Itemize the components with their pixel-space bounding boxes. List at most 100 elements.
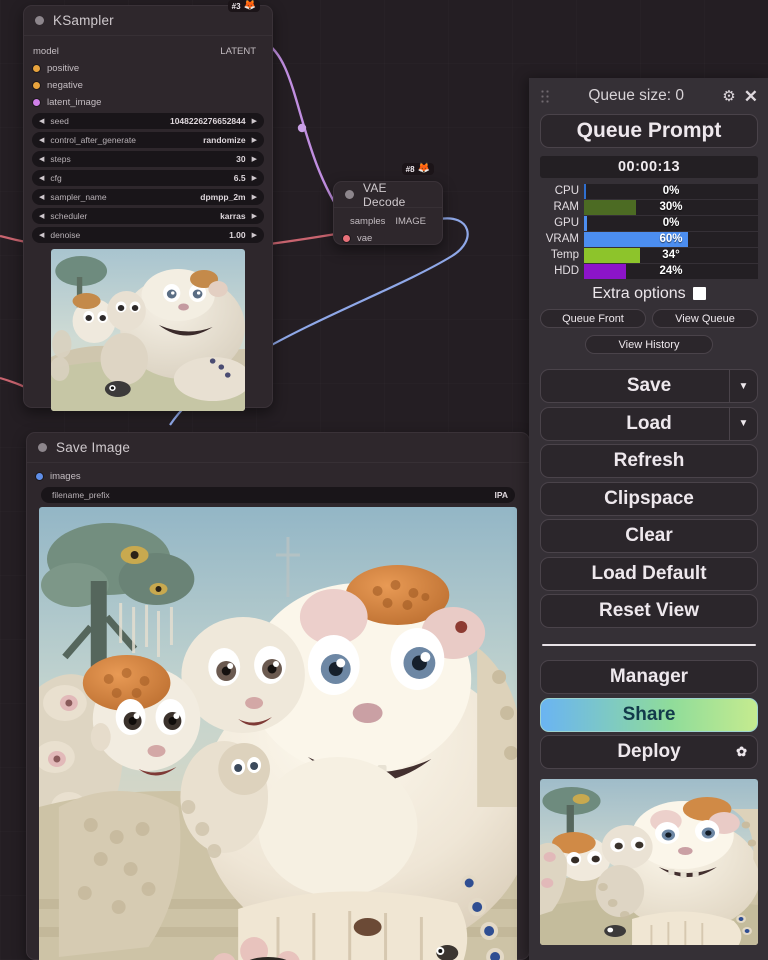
node-badge-vae-decode: #8 🦊 [401, 163, 434, 175]
stat-track-gpu: 0% [584, 215, 758, 231]
decrement-arrow-icon[interactable]: ◀ [39, 232, 44, 239]
input-slot-model[interactable]: model [33, 46, 59, 57]
panel-divider [542, 644, 756, 646]
collapse-dot-icon[interactable] [345, 190, 354, 199]
node-vae-decode[interactable]: #8 🦊 VAE Decode samples IMAGE vae [333, 163, 443, 246]
widget-value-filename-prefix: IPA [494, 490, 508, 500]
close-icon[interactable]: ✕ [744, 88, 758, 105]
node-title-text: Save Image [56, 440, 131, 455]
reset-view-button[interactable]: Reset View [540, 594, 758, 628]
gear-icon[interactable]: ⚙ [722, 89, 735, 104]
increment-arrow-icon[interactable]: ▶ [252, 156, 257, 163]
node-title-save-image[interactable]: Save Image [27, 433, 529, 463]
load-dropdown-caret-icon[interactable]: ▼ [729, 407, 757, 440]
view-history-button[interactable]: View History [585, 335, 713, 354]
stat-value-ram: 30% [659, 201, 683, 213]
panel-header: Queue size: 0 ⚙ ✕ [540, 78, 758, 110]
widget-cfg[interactable]: ◀ cfg 6.5 ▶ [32, 170, 264, 186]
pin-negative-icon[interactable] [33, 81, 40, 89]
share-button[interactable]: Share [540, 697, 758, 732]
stat-value-gpu: 0% [662, 217, 680, 229]
panel-preview-thumbnail[interactable] [540, 779, 758, 945]
deploy-button-label: Deploy [617, 741, 681, 762]
increment-arrow-icon[interactable]: ▶ [252, 213, 257, 220]
widget-label-seed: seed [50, 116, 69, 126]
node-preview-image-save[interactable] [39, 507, 517, 960]
decrement-arrow-icon[interactable]: ◀ [39, 175, 44, 182]
increment-arrow-icon[interactable]: ▶ [252, 137, 257, 144]
stat-vram: VRAM 60% [540, 231, 758, 247]
stat-label-cpu: CPU [554, 185, 579, 197]
queue-prompt-button[interactable]: Queue Prompt [540, 113, 758, 148]
input-slot-latent-image[interactable]: latent_image [24, 94, 272, 110]
decrement-arrow-icon[interactable]: ◀ [39, 156, 44, 163]
increment-arrow-icon[interactable]: ▶ [252, 232, 257, 239]
view-queue-button[interactable]: View Queue [652, 309, 758, 328]
pin-positive-icon[interactable] [33, 64, 40, 72]
input-slot-images[interactable]: images [27, 468, 529, 484]
comfy-menu-panel[interactable]: Queue size: 0 ⚙ ✕ Queue Prompt 00:00:13 … [529, 78, 768, 960]
collapse-dot-icon[interactable] [35, 16, 44, 25]
widget-label-sampler-name: sampler_name [50, 192, 107, 202]
save-dropdown-caret-icon[interactable]: ▼ [729, 370, 757, 402]
widget-sampler-name[interactable]: ◀ sampler_name dpmpp_2m ▶ [32, 189, 264, 205]
collapse-dot-icon[interactable] [38, 443, 47, 452]
deploy-gear-icon[interactable]: ✿ [736, 744, 747, 760]
stat-gpu: GPU 0% [540, 215, 758, 231]
extra-options-label: Extra options [592, 284, 686, 302]
node-ksampler[interactable]: #3 🦊 KSampler model LATENT positive nega… [23, 0, 273, 411]
clipspace-button[interactable]: Clipspace [540, 481, 758, 516]
node-title-text: VAE Decode [363, 180, 406, 209]
widget-label-cfg: cfg [50, 173, 62, 183]
stat-value-vram: 60% [659, 233, 683, 245]
output-slot-latent[interactable]: LATENT [220, 46, 263, 57]
widget-filename-prefix[interactable]: filename_prefix IPA [41, 487, 515, 503]
decrement-arrow-icon[interactable]: ◀ [39, 137, 44, 144]
stat-value-cpu: 0% [662, 185, 680, 197]
widget-denoise[interactable]: ◀ denoise 1.00 ▶ [32, 227, 264, 243]
pin-vae-icon[interactable] [343, 234, 350, 242]
manager-button[interactable]: Manager [540, 660, 758, 694]
deploy-button[interactable]: Deploy ✿ [540, 735, 758, 769]
clear-button[interactable]: Clear [540, 519, 758, 553]
decrement-arrow-icon[interactable]: ◀ [39, 194, 44, 201]
stat-label-gpu: GPU [554, 217, 579, 229]
extra-options-checkbox[interactable] [692, 287, 706, 300]
decrement-arrow-icon[interactable]: ◀ [39, 118, 44, 125]
load-default-button[interactable]: Load Default [540, 556, 758, 591]
decrement-arrow-icon[interactable]: ◀ [39, 213, 44, 220]
stat-value-hdd: 24% [659, 265, 683, 277]
save-button[interactable]: Save ▼ [540, 369, 758, 403]
node-title-text: KSampler [53, 13, 114, 28]
badge-number: #3 [231, 1, 241, 11]
output-slot-image[interactable]: IMAGE [395, 216, 433, 227]
queue-size-label: Queue size: 0 [588, 87, 684, 104]
widget-control-after-generate[interactable]: ◀ control_after_generate randomize ▶ [32, 132, 264, 148]
widget-seed[interactable]: ◀ seed 1048226276652844 ▶ [32, 113, 264, 129]
widget-value-cfg: 6.5 [233, 173, 246, 183]
load-button[interactable]: Load ▼ [540, 406, 758, 441]
drag-handle-icon[interactable] [540, 89, 550, 103]
input-slot-vae[interactable]: vae [334, 230, 442, 246]
input-slot-positive[interactable]: positive [24, 60, 272, 76]
input-slot-samples[interactable]: samples [343, 216, 385, 227]
refresh-button[interactable]: Refresh [540, 444, 758, 478]
stat-track-hdd: 24% [584, 263, 758, 279]
output-label-latent: LATENT [220, 45, 256, 57]
input-label-vae: vae [357, 232, 373, 244]
pin-latent-image-icon[interactable] [33, 98, 40, 106]
badge-emoji-icon: 🦊 [243, 0, 256, 11]
pin-images-icon[interactable] [36, 472, 43, 480]
stat-hdd: HDD 24% [540, 263, 758, 279]
widget-scheduler[interactable]: ◀ scheduler karras ▶ [32, 208, 264, 224]
increment-arrow-icon[interactable]: ▶ [252, 194, 257, 201]
widget-steps[interactable]: ◀ steps 30 ▶ [32, 151, 264, 167]
queue-front-button[interactable]: Queue Front [540, 309, 646, 328]
node-preview-image-ksampler[interactable] [51, 249, 245, 411]
stat-value-temp: 34° [662, 249, 680, 261]
node-title-vae-decode[interactable]: VAE Decode [334, 180, 442, 209]
increment-arrow-icon[interactable]: ▶ [252, 175, 257, 182]
input-slot-negative[interactable]: negative [24, 77, 272, 93]
node-save-image[interactable]: Save Image images filename_prefix IPA [26, 432, 530, 960]
increment-arrow-icon[interactable]: ▶ [252, 118, 257, 125]
